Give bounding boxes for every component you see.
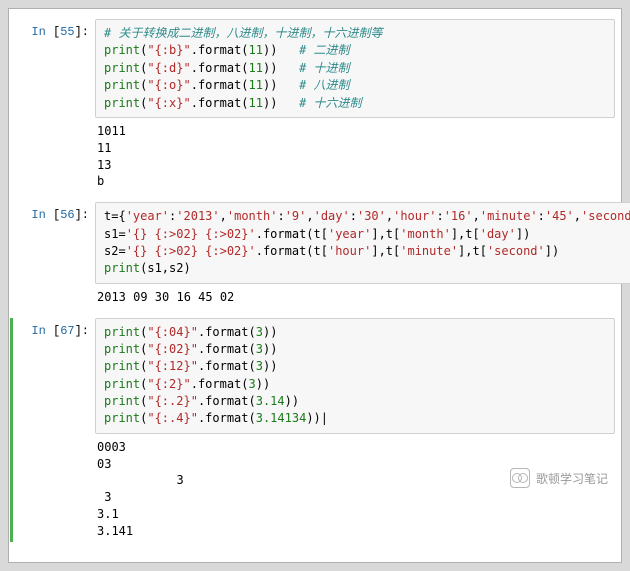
cell-56: In [56]: t={'year':'2013','month':'9','d…	[15, 202, 615, 307]
watermark-text: 歌顿学习笔记	[536, 470, 608, 487]
wechat-icon	[510, 468, 530, 488]
input-prompt: In [56]:	[15, 202, 95, 222]
code-input[interactable]: print("{:04}".format(3)) print("{:02}".f…	[95, 318, 615, 434]
stdout-output: 2013 09 30 16 45 02	[89, 284, 615, 308]
cell-67: In [67]: print("{:04}".format(3)) print(…	[10, 318, 615, 542]
code-input[interactable]: t={'year':'2013','month':'9','day':'30',…	[95, 202, 630, 284]
stdout-output: 1011 11 13 b	[89, 118, 615, 192]
cell-55: In [55]: # 关于转换成二进制，八进制，十进制，十六进制等 print(…	[15, 19, 615, 192]
input-prompt: In [67]:	[15, 318, 95, 338]
code-input[interactable]: # 关于转换成二进制，八进制，十进制，十六进制等 print("{:b}".fo…	[95, 19, 615, 118]
watermark: 歌顿学习笔记	[510, 468, 608, 488]
input-prompt: In [55]:	[15, 19, 95, 39]
